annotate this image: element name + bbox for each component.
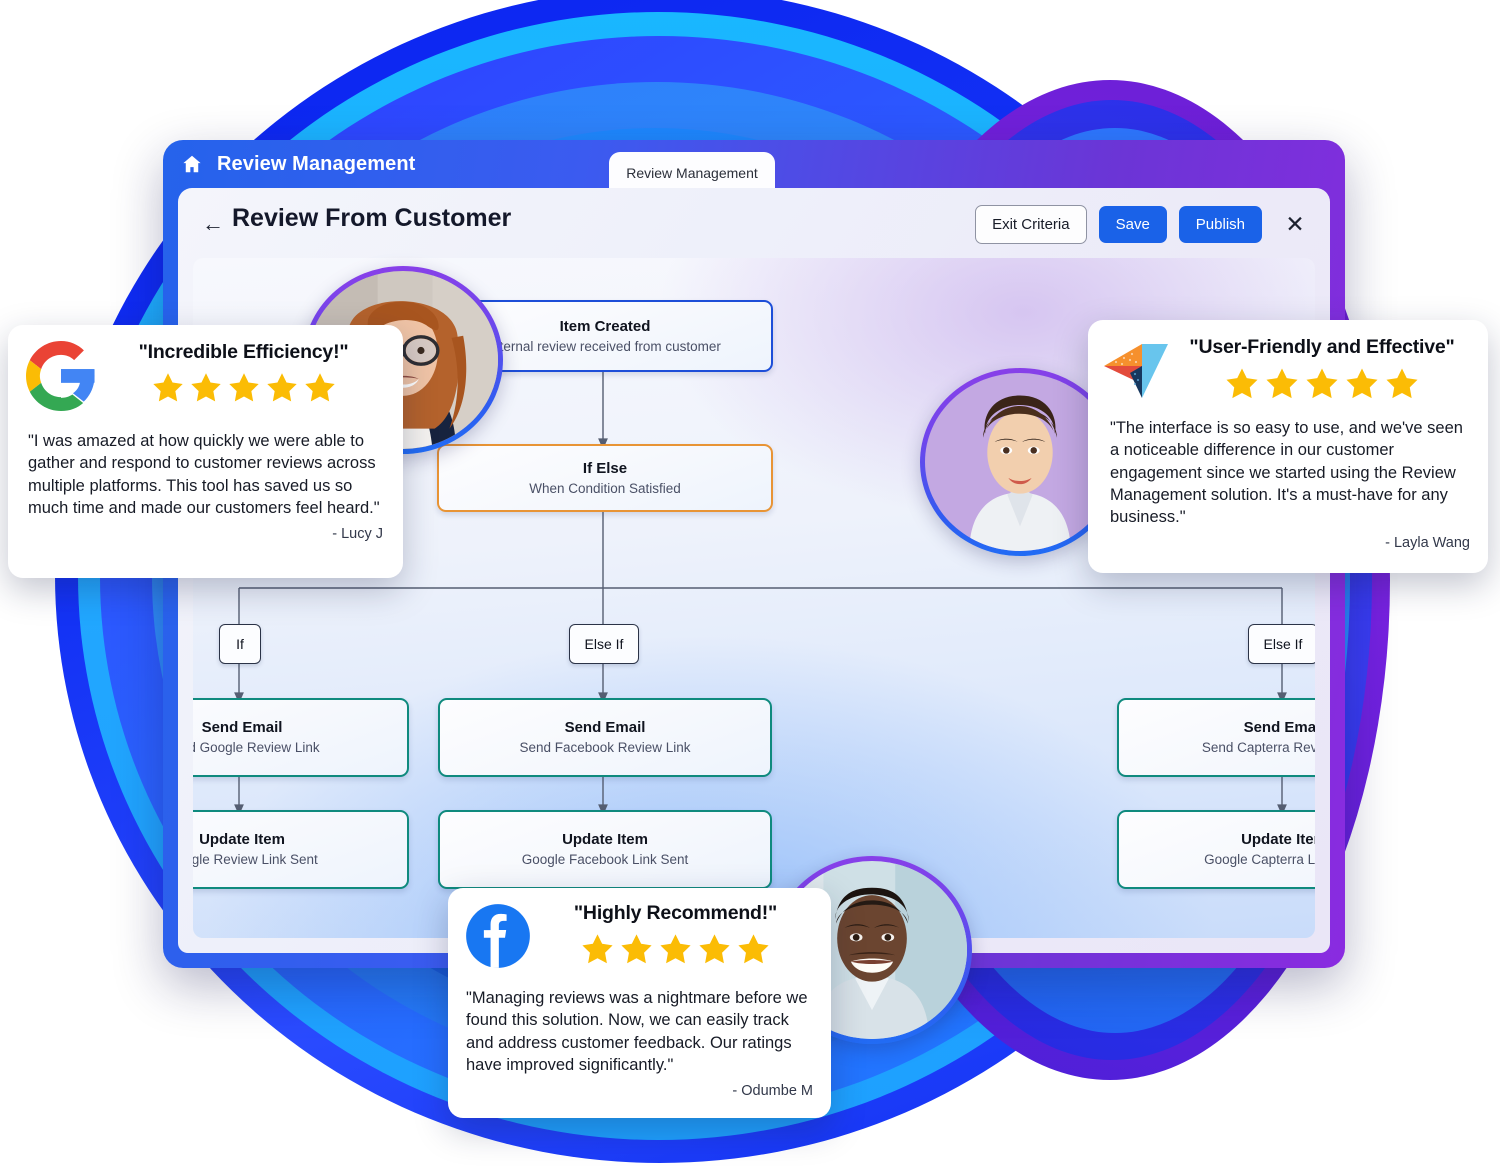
app-title: Review Management (217, 152, 416, 175)
avatar-image (925, 373, 1115, 551)
star-icon (621, 934, 652, 964)
flow-node-subtitle: Send Capterra Review Link (1201, 740, 1315, 756)
testimonial-heading-block: "Incredible Efficiency!" (96, 341, 385, 406)
flow-node-title: If Else (582, 459, 628, 477)
tab-review-management[interactable]: Review Management (609, 152, 775, 193)
star-icon (738, 934, 769, 964)
star-rating (150, 370, 338, 406)
testimonial-card-google: "Incredible Efficiency!" "I was amazed a… (8, 325, 403, 578)
flow-node-if-else[interactable]: If Else When Condition Satisfied (437, 444, 773, 512)
capterra-logo (1102, 336, 1172, 405)
branch-label-else-if-2[interactable]: Else If (1248, 624, 1315, 664)
facebook-logo (464, 902, 532, 975)
flow-node-update-item-facebook[interactable]: Update Item Google Facebook Link Sent (438, 810, 772, 889)
testimonial-author: - Layla Wang (1385, 535, 1470, 552)
flow-node-title: Update Item (1241, 831, 1315, 849)
back-arrow-icon[interactable]: ← (202, 213, 224, 235)
star-icon (1226, 368, 1258, 399)
testimonial-header: "Incredible Efficiency!" (8, 325, 403, 416)
home-icon[interactable] (181, 153, 203, 175)
star-icon (304, 373, 335, 402)
star-icon (660, 934, 691, 964)
star-icon (190, 373, 221, 402)
page-title: Review From Customer (232, 204, 512, 232)
star-rating (1223, 365, 1421, 403)
google-logo (26, 341, 96, 416)
exit-criteria-button[interactable]: Exit Criteria (975, 205, 1087, 244)
tab-label: Review Management (626, 164, 758, 181)
testimonial-body: "Managing reviews was a nightmare before… (466, 989, 808, 1074)
testimonial-author: - Lucy J (332, 526, 383, 543)
flow-node-title: Send Email (201, 719, 283, 737)
testimonial-heading-block: "User-Friendly and Effective" (1172, 336, 1470, 403)
testimonial-header: "Highly Recommend!" (448, 888, 831, 975)
flow-node-title: Item Created (559, 317, 651, 335)
testimonial-header: "User-Friendly and Effective" (1088, 320, 1488, 405)
testimonial-heading-block: "Highly Recommend!" (532, 902, 815, 968)
branch-label-else-if-1[interactable]: Else If (569, 624, 639, 664)
star-icon (1306, 368, 1338, 399)
testimonial-body-wrap: "I was amazed at how quickly we were abl… (8, 416, 403, 542)
star-rating (579, 931, 772, 968)
flow-node-subtitle: Send Facebook Review Link (519, 740, 691, 756)
flow-node-title: Update Item (199, 831, 285, 849)
flow-node-subtitle: Google Review Link Sent (193, 852, 318, 868)
flow-node-title: Send Email (564, 719, 646, 737)
flow-node-subtitle: When Condition Satisfied (529, 480, 681, 496)
toolbar-actions: Exit Criteria Save Publish ✕ (975, 205, 1310, 244)
star-icon (152, 373, 183, 402)
testimonial-title: "Highly Recommend!" (573, 902, 778, 924)
star-icon (1346, 368, 1378, 399)
testimonial-card-capterra: "User-Friendly and Effective" "The inter… (1088, 320, 1488, 573)
flow-node-send-email-google[interactable]: Send Email Send Google Review Link (193, 698, 409, 777)
testimonial-body-wrap: "The interface is so easy to use, and we… (1088, 405, 1488, 551)
testimonial-body-wrap: "Managing reviews was a nightmare before… (448, 975, 831, 1099)
flow-node-update-item-capterra[interactable]: Update Item Google Capterra Link Sent (1117, 810, 1315, 889)
flow-node-subtitle: Send Google Review Link (193, 740, 320, 756)
testimonial-author: - Odumbe M (732, 1083, 813, 1100)
flow-node-update-item-google[interactable]: Update Item Google Review Link Sent (193, 810, 409, 889)
star-icon (228, 373, 259, 402)
star-icon (1266, 368, 1298, 399)
panel-toolbar: ← Review From Customer Exit Criteria Sav… (178, 188, 1330, 258)
testimonial-body: "The interface is so easy to use, and we… (1110, 419, 1463, 527)
flow-node-title: Update Item (562, 831, 648, 849)
star-icon (582, 934, 613, 964)
branch-label-if[interactable]: If (219, 624, 261, 664)
star-icon (699, 934, 730, 964)
star-icon (1386, 368, 1418, 399)
flow-node-subtitle: Google Facebook Link Sent (521, 852, 689, 868)
star-icon (266, 373, 297, 402)
close-icon[interactable]: ✕ (1280, 210, 1310, 240)
testimonial-card-facebook: "Highly Recommend!" "Managing reviews wa… (448, 888, 831, 1118)
flow-node-send-email-capterra[interactable]: Send Email Send Capterra Review Link (1117, 698, 1315, 777)
publish-button[interactable]: Publish (1178, 206, 1262, 243)
flow-node-subtitle: Google Capterra Link Sent (1204, 852, 1315, 868)
flow-node-title: Send Email (1243, 719, 1315, 737)
testimonial-title: "Incredible Efficiency!" (138, 341, 349, 363)
flow-node-subtitle: internal review received from customer (489, 338, 721, 354)
testimonial-title: "User-Friendly and Effective" (1189, 336, 1455, 358)
testimonial-body: "I was amazed at how quickly we were abl… (28, 432, 380, 517)
save-button[interactable]: Save (1098, 206, 1167, 243)
screenshot-stage: Review Management Review Management ← Re… (0, 0, 1500, 1166)
flow-node-send-email-facebook[interactable]: Send Email Send Facebook Review Link (438, 698, 772, 777)
